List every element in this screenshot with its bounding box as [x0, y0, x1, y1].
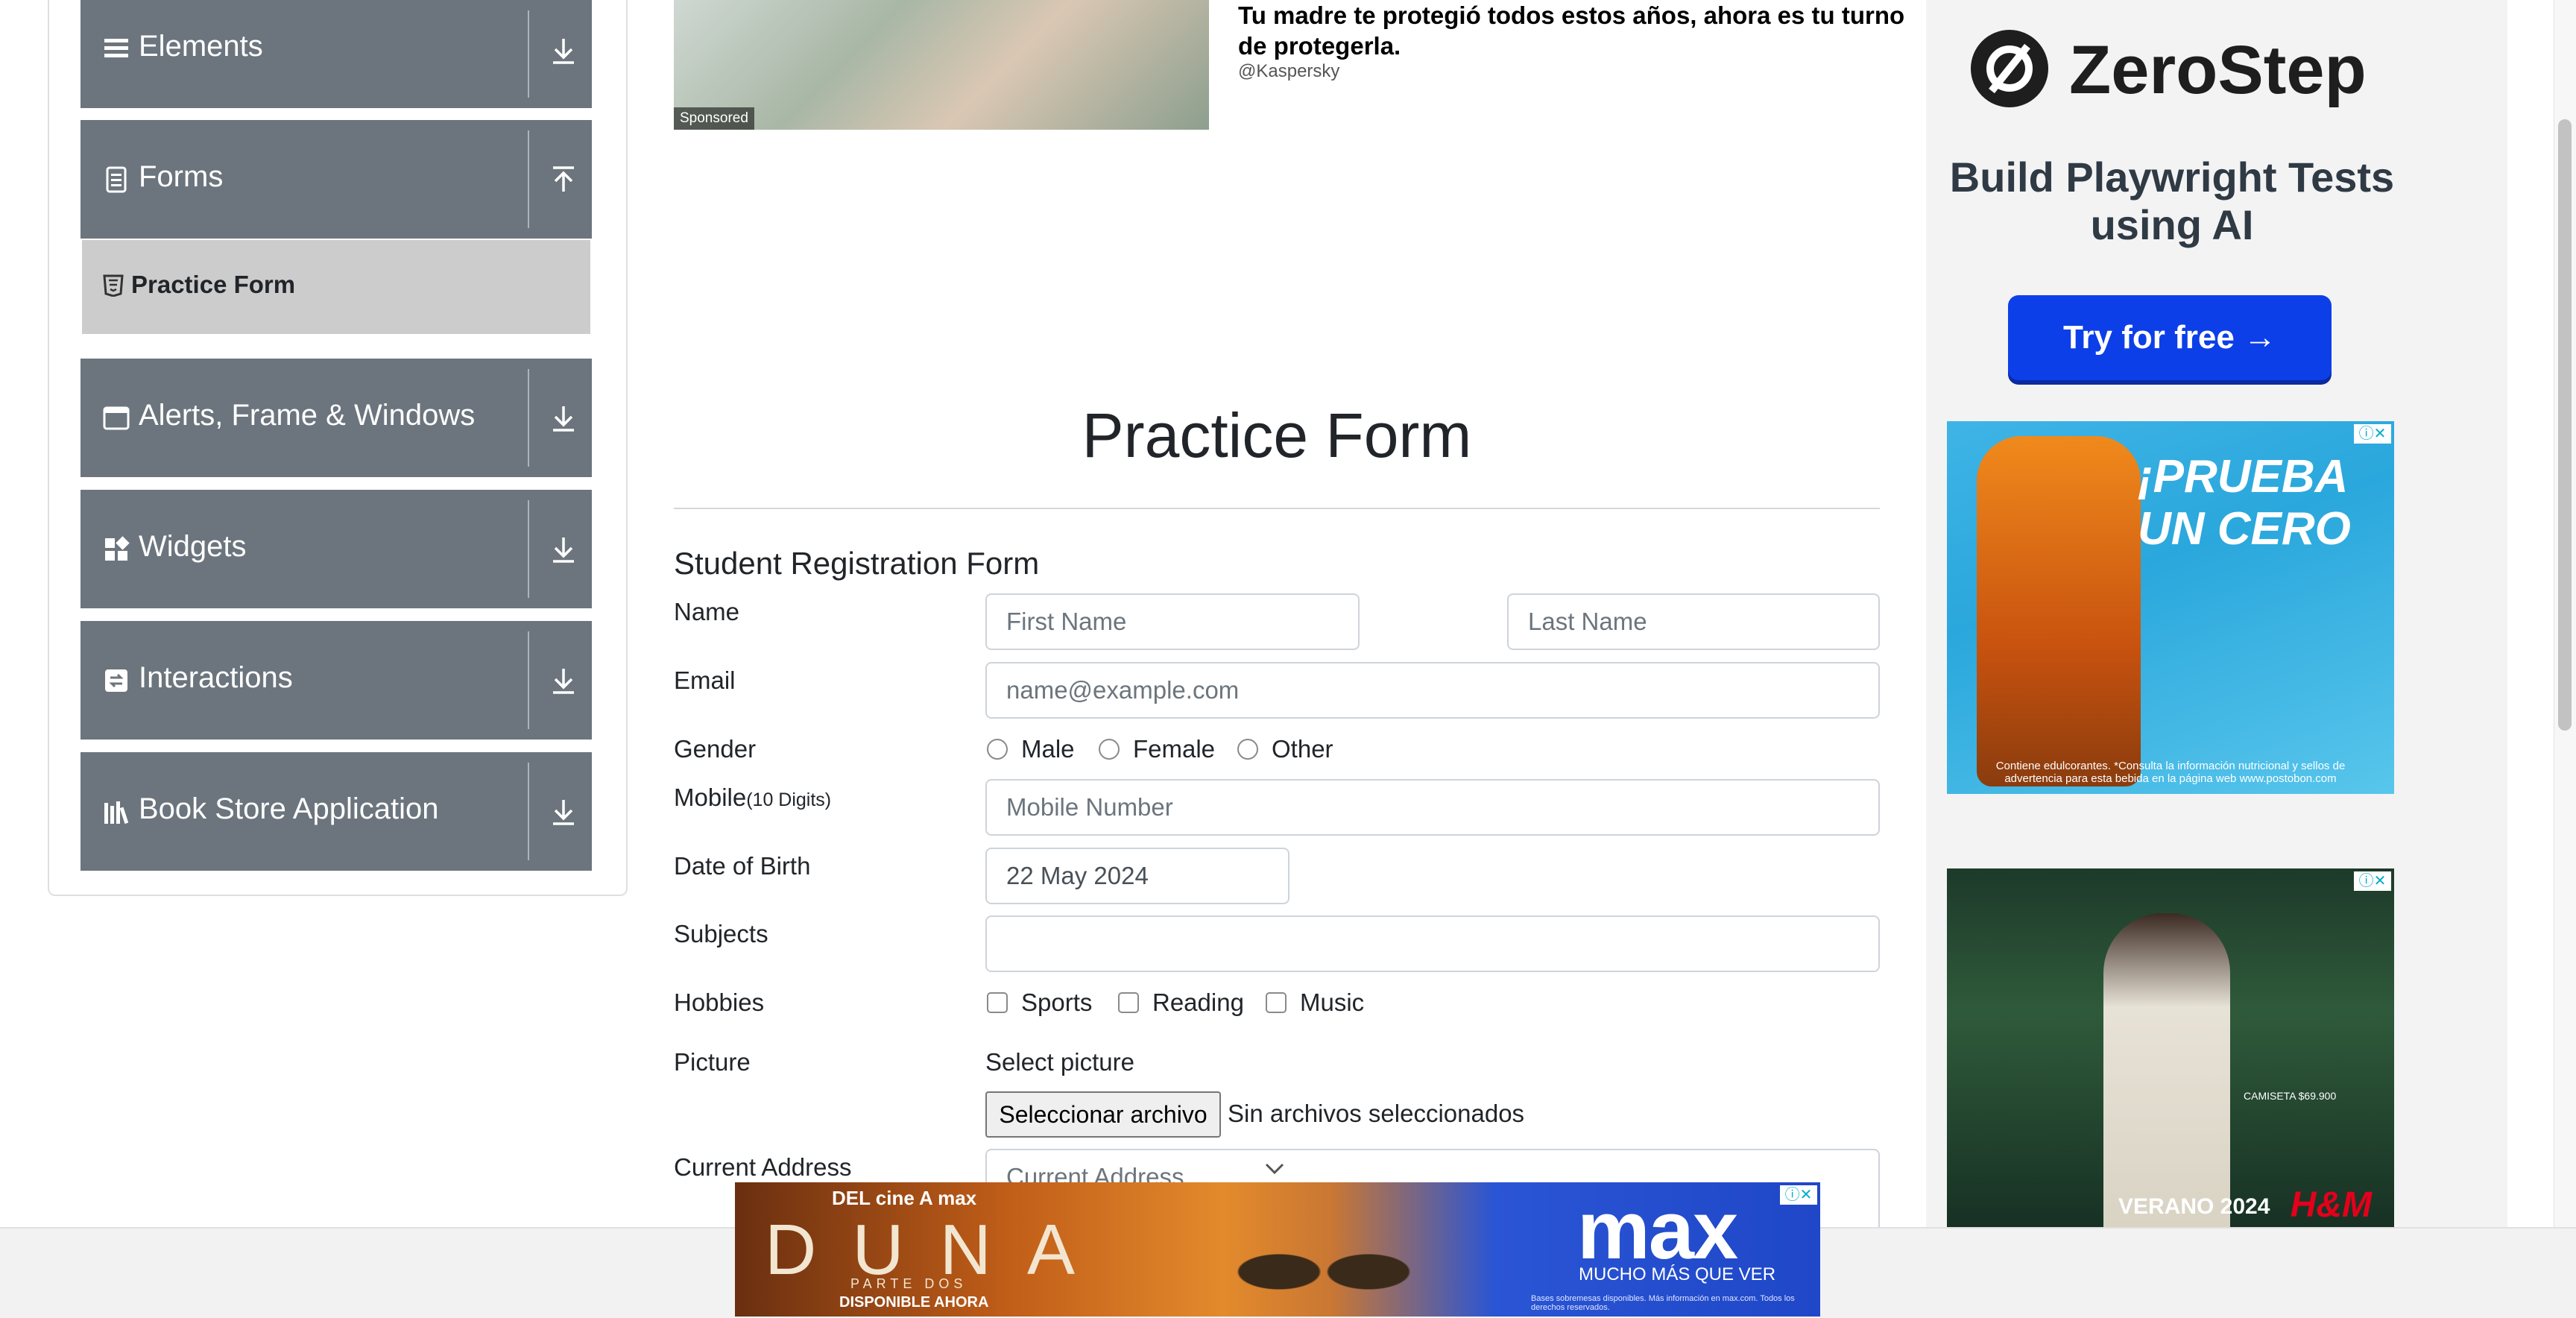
- sidebar-group-label: Widgets: [139, 530, 247, 563]
- hobby-reading-label[interactable]: Reading: [1152, 988, 1244, 1018]
- dob-label: Date of Birth: [674, 852, 811, 880]
- hobby-sports-label[interactable]: Sports: [1021, 988, 1092, 1018]
- gender-other-label[interactable]: Other: [1272, 734, 1333, 764]
- ad-close-icon[interactable]: ⓘ✕: [1780, 1185, 1817, 1205]
- hm-logo: H&M: [2290, 1185, 2372, 1225]
- bottom-banner-ad[interactable]: DEL cine A max DUNA PARTE DOS DISPONIBLE…: [735, 1182, 1820, 1317]
- sidebar-group-widgets[interactable]: Widgets: [80, 490, 592, 608]
- gender-male-label[interactable]: Male: [1021, 734, 1075, 764]
- sidebar-item-label: Practice Form: [131, 271, 296, 298]
- subjects-input[interactable]: [985, 915, 1880, 972]
- divider: [528, 763, 529, 860]
- gender-other-radio[interactable]: [1237, 739, 1258, 760]
- zerostep-logo: [1971, 30, 2048, 107]
- bottom-ad-figures: [1212, 1205, 1436, 1317]
- arrow-down-icon[interactable]: [549, 535, 578, 564]
- sidebar-group-label: Book Store Application: [139, 792, 439, 825]
- sidebar-item-practice-form[interactable]: Practice Form: [82, 240, 590, 334]
- mobile-label: Mobile(10 Digits): [674, 783, 831, 815]
- hm-ad-caption: VERANO 2024: [2118, 1194, 2270, 1219]
- last-name-input[interactable]: Last Name: [1507, 593, 1880, 650]
- sponsored-ad-advertiser: @Kaspersky: [1238, 61, 1340, 81]
- hobbies-label: Hobbies: [674, 988, 765, 1016]
- hobby-reading-checkbox[interactable]: [1118, 992, 1139, 1013]
- hm-ad[interactable]: CAMISETA $69.900 VERANO 2024 H&M ⓘ✕: [1947, 868, 2394, 1227]
- email-label: Email: [674, 666, 736, 694]
- try-for-free-button[interactable]: Try for free →: [2008, 295, 2332, 380]
- sidebar-group-label: Elements: [139, 30, 263, 63]
- dob-input[interactable]: 22 May 2024: [985, 848, 1289, 904]
- sidebar-group-elements[interactable]: Elements: [80, 0, 592, 108]
- divider: [528, 631, 529, 729]
- subjects-label: Subjects: [674, 920, 768, 947]
- window-icon: [103, 406, 130, 430]
- mobile-input[interactable]: Mobile Number: [985, 779, 1880, 836]
- arrow-down-icon[interactable]: [549, 403, 578, 433]
- gender-label: Gender: [674, 735, 757, 763]
- choose-file-button[interactable]: Seleccionar archivo: [985, 1091, 1221, 1138]
- zerostep-brand: ZeroStep: [2069, 32, 2367, 108]
- interactions-icon: [105, 669, 127, 692]
- mobile-hint: (10 Digits): [746, 789, 832, 810]
- gender-female-radio[interactable]: [1099, 739, 1120, 760]
- tea-ad-fineprint: Contiene edulcorantes. *Consulta la info…: [1995, 760, 2346, 785]
- hobby-sports-checkbox[interactable]: [987, 992, 1008, 1013]
- sidebar-group-label: Interactions: [139, 661, 293, 694]
- zerostep-tagline: Build Playwright Tests using AI: [1949, 154, 2395, 248]
- current-address-label: Current Address: [674, 1153, 852, 1181]
- chevron-down-icon: [1265, 1163, 1284, 1175]
- sponsored-badge: Sponsored: [674, 107, 754, 130]
- first-name-input[interactable]: First Name: [985, 593, 1360, 650]
- divider: [528, 500, 529, 598]
- list-icon: [104, 39, 128, 57]
- sidebar-group-forms[interactable]: Forms: [80, 120, 592, 239]
- hm-ad-price: CAMISETA $69.900: [2244, 1090, 2337, 1102]
- tea-ad-headline: ¡PRUEBA UN CERO: [2138, 451, 2351, 555]
- model-image: [2103, 913, 2230, 1227]
- divider: [528, 10, 529, 98]
- tea-ad[interactable]: ¡PRUEBA UN CERO Contiene edulcorantes. *…: [1947, 421, 2394, 794]
- arrow-down-icon[interactable]: [549, 666, 578, 696]
- mobile-label-text: Mobile: [674, 783, 747, 811]
- ad-close-icon[interactable]: ⓘ✕: [2354, 424, 2391, 444]
- sidebar-group-alerts[interactable]: Alerts, Frame & Windows: [80, 359, 592, 477]
- widgets-icon: [105, 536, 130, 561]
- html5-icon: [103, 274, 124, 297]
- ad-close-icon[interactable]: ⓘ✕: [2354, 871, 2391, 891]
- select-picture-label: Select picture: [985, 1048, 1134, 1076]
- max-logo: max: [1577, 1185, 1738, 1276]
- sponsored-ad-title[interactable]: Tu madre te protegió todos estos años, a…: [1238, 0, 1931, 61]
- bottom-ad-availability: DISPONIBLE AHORA: [839, 1294, 989, 1311]
- gender-female-label[interactable]: Female: [1133, 734, 1215, 764]
- arrow-down-icon[interactable]: [549, 36, 578, 66]
- scrollbar-thumb[interactable]: [2558, 119, 2572, 731]
- divider: [528, 130, 529, 228]
- form-title: Student Registration Form: [674, 546, 1040, 581]
- arrow-down-icon[interactable]: [549, 797, 578, 827]
- sidebar-group-label: Forms: [139, 160, 224, 193]
- bottom-ad-subtitle: PARTE DOS: [850, 1276, 967, 1291]
- page-title: Practice Form: [1082, 400, 1472, 470]
- file-status: Sin archivos seleccionados: [1228, 1100, 1525, 1127]
- hobby-music-checkbox[interactable]: [1266, 992, 1287, 1013]
- sponsored-ad-image[interactable]: Sponsored: [674, 0, 1209, 130]
- bottom-ad-tagline: DEL cine A max: [832, 1187, 977, 1209]
- picture-label: Picture: [674, 1048, 751, 1076]
- gender-male-radio[interactable]: [987, 739, 1008, 760]
- sidebar-group-label: Alerts, Frame & Windows: [139, 399, 476, 432]
- sidebar-group-book-store[interactable]: Book Store Application: [80, 752, 592, 871]
- books-icon: [104, 801, 129, 824]
- bottom-ad-fineprint: Bases sobremesas disponibles. Más inform…: [1531, 1294, 1795, 1312]
- email-input[interactable]: name@example.com: [985, 662, 1880, 719]
- hobby-music-label[interactable]: Music: [1300, 988, 1364, 1018]
- sidebar-group-interactions[interactable]: Interactions: [80, 621, 592, 740]
- bottom-ad-slogan: MUCHO MÁS QUE VER: [1579, 1264, 1776, 1284]
- divider: [674, 508, 1880, 509]
- form-icon: [106, 166, 127, 193]
- divider: [528, 369, 529, 467]
- bottle-image: [1977, 436, 2141, 786]
- name-label: Name: [674, 598, 740, 625]
- arrow-up-icon[interactable]: [549, 165, 578, 195]
